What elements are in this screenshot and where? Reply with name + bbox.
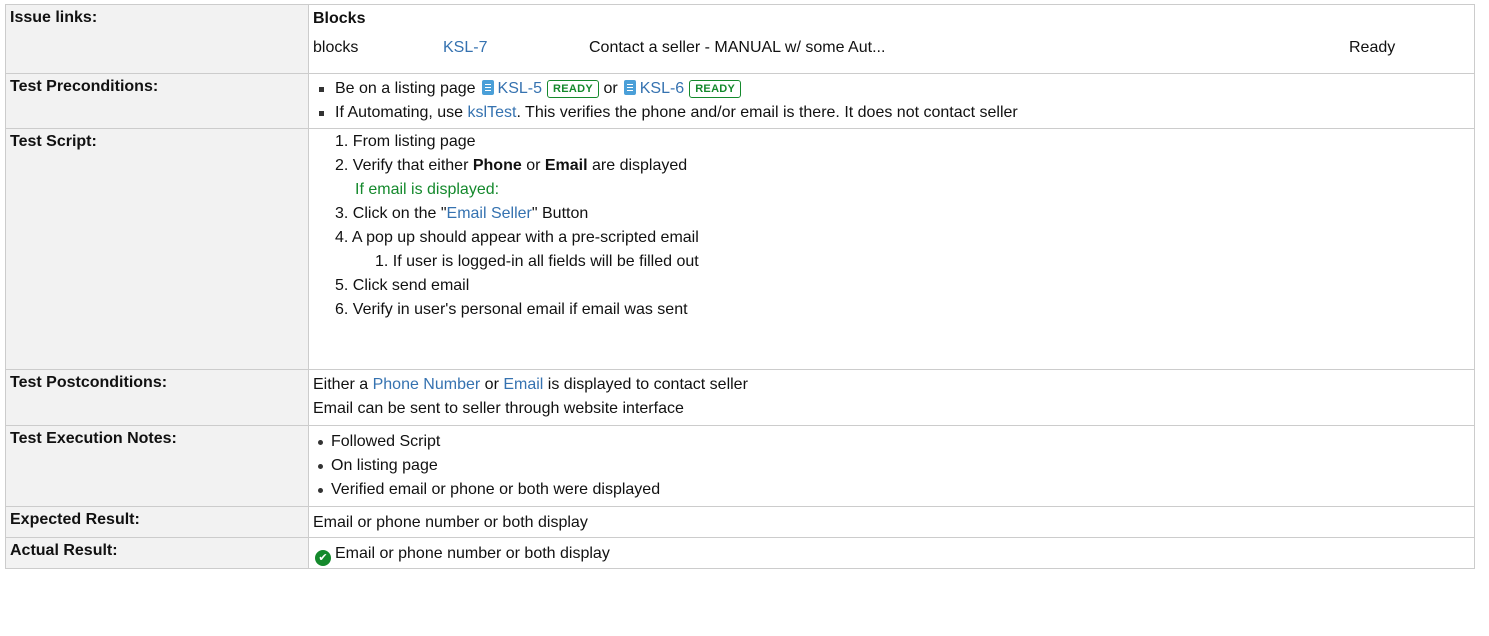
execution-note: Verified email or phone or both were dis… <box>313 478 1474 502</box>
linked-issue-summary: Contact a seller - MANUAL w/ some Aut... <box>589 39 886 56</box>
precondition-item: Be on a listing page KSL-5 READY or KSL-6 RE… <box>313 77 1474 101</box>
step-text: " Button <box>531 205 589 222</box>
label-issue-links: Issue links: <box>5 4 309 74</box>
postconditions-cell: Either a Phone Number or Email is displa… <box>308 369 1475 426</box>
ksltest-link[interactable]: kslTest <box>468 104 517 121</box>
script-step: 1. From listing page <box>313 130 1474 154</box>
label-expected-result: Expected Result: <box>5 506 309 538</box>
actual-result-text: Email or phone number or both display <box>335 545 610 562</box>
post-text: Either a <box>313 376 373 393</box>
linked-issue-key[interactable]: KSL-7 <box>443 33 487 63</box>
email-link[interactable]: Email <box>503 376 543 393</box>
step-text: 5. Click send email <box>335 277 470 294</box>
step-text: 6. Verify in user's personal email if em… <box>335 301 688 318</box>
preconditions-list: Be on a listing page KSL-5 READY or KSL-6 RE… <box>313 77 1474 125</box>
issue-link-ksl-6[interactable]: KSL-6 <box>640 80 684 97</box>
email-bold: Email <box>544 157 588 174</box>
precondition-text: If Automating, use <box>335 104 464 121</box>
execution-note: On listing page <box>313 454 1474 478</box>
row-expected-result: Expected Result: Email or phone number o… <box>5 506 1475 538</box>
script-note: If email is displayed: <box>355 181 500 198</box>
script-step: 2. Verify that either Phone or Email are… <box>313 154 1474 178</box>
script-step: 4. A pop up should appear with a pre-scr… <box>313 226 1474 250</box>
status-badge: READY <box>689 80 742 98</box>
page-icon <box>623 80 636 95</box>
precondition-text: Be on a listing page <box>335 80 476 97</box>
actual-result-cell: ✔ Email or phone number or both display <box>308 537 1475 569</box>
page-icon <box>481 80 494 95</box>
execution-notes-cell: Followed Script On listing page Verified… <box>308 425 1475 507</box>
test-script-cell: 1. From listing page 2. Verify that eith… <box>308 128 1475 370</box>
execution-notes-list: Followed Script On listing page Verified… <box>313 430 1474 502</box>
issue-links-cell: Blocks blocks KSL-7 Contact a seller - M… <box>308 4 1475 74</box>
status-badge: READY <box>547 80 600 98</box>
script-substep: 1. If user is logged-in all fields will … <box>313 250 1474 274</box>
step-text: or <box>521 157 545 174</box>
label-test-script: Test Script: <box>5 128 309 370</box>
row-issue-links: Issue links: Blocks blocks KSL-7 Contact… <box>5 4 1475 74</box>
row-execution-notes: Test Execution Notes: Followed Script On… <box>5 425 1475 507</box>
linked-issue-row[interactable]: blocks KSL-7 Contact a seller - MANUAL w… <box>313 33 1474 63</box>
phone-bold: Phone <box>472 157 522 174</box>
precondition-text-tail: . This verifies the phone and/or email i… <box>516 104 1018 121</box>
links-group-title: Blocks <box>313 10 366 27</box>
preconditions-cell: Be on a listing page KSL-5 READY or KSL-6 RE… <box>308 73 1475 129</box>
label-postconditions: Test Postconditions: <box>5 369 309 426</box>
link-relation: blocks <box>313 39 359 56</box>
step-text: 2. Verify that either <box>335 157 473 174</box>
step-text: 1. From listing page <box>335 133 476 150</box>
actual-result-line: ✔ Email or phone number or both display <box>313 542 1474 566</box>
row-actual-result: Actual Result: ✔ Email or phone number or… <box>5 537 1475 569</box>
test-details-table: Issue links: Blocks blocks KSL-7 Contact… <box>5 4 1475 569</box>
label-actual-result: Actual Result: <box>5 537 309 569</box>
script-step: 5. Click send email <box>313 274 1474 298</box>
label-execution-notes: Test Execution Notes: <box>5 425 309 507</box>
check-circle-icon: ✔ <box>315 550 331 566</box>
label-preconditions: Test Preconditions: <box>5 73 309 129</box>
script-step: 6. Verify in user's personal email if em… <box>313 298 1474 322</box>
post-text: is displayed to contact seller <box>543 376 748 393</box>
issue-link-ksl-5[interactable]: KSL-5 <box>498 80 542 97</box>
expected-result-text: Email or phone number or both display <box>313 514 588 531</box>
email-seller-link[interactable]: Email Seller <box>447 205 532 222</box>
row-postconditions: Test Postconditions: Either a Phone Numb… <box>5 369 1475 426</box>
or-text: or <box>603 80 618 97</box>
expected-result-cell: Email or phone number or both display <box>308 506 1475 538</box>
step-text: 1. If user is logged-in all fields will … <box>375 253 699 270</box>
step-text: are displayed <box>587 157 688 174</box>
execution-note: Followed Script <box>313 430 1474 454</box>
row-test-script: Test Script: 1. From listing page 2. Ver… <box>5 128 1475 370</box>
postcondition-line: Email can be sent to seller through webs… <box>313 400 684 417</box>
linked-issue-status: Ready <box>1349 39 1396 56</box>
precondition-item: If Automating, use kslTest. This verifie… <box>313 101 1474 125</box>
postcondition-line: Either a Phone Number or Email is displa… <box>313 373 1474 397</box>
step-text: 4. A pop up should appear with a pre-scr… <box>335 229 699 246</box>
post-text: or <box>480 376 504 393</box>
row-preconditions: Test Preconditions: Be on a listing page… <box>5 73 1475 129</box>
script-step: 3. Click on the "Email Seller" Button <box>313 202 1474 226</box>
phone-number-link[interactable]: Phone Number <box>373 376 481 393</box>
step-text: 3. Click on the " <box>335 205 447 222</box>
